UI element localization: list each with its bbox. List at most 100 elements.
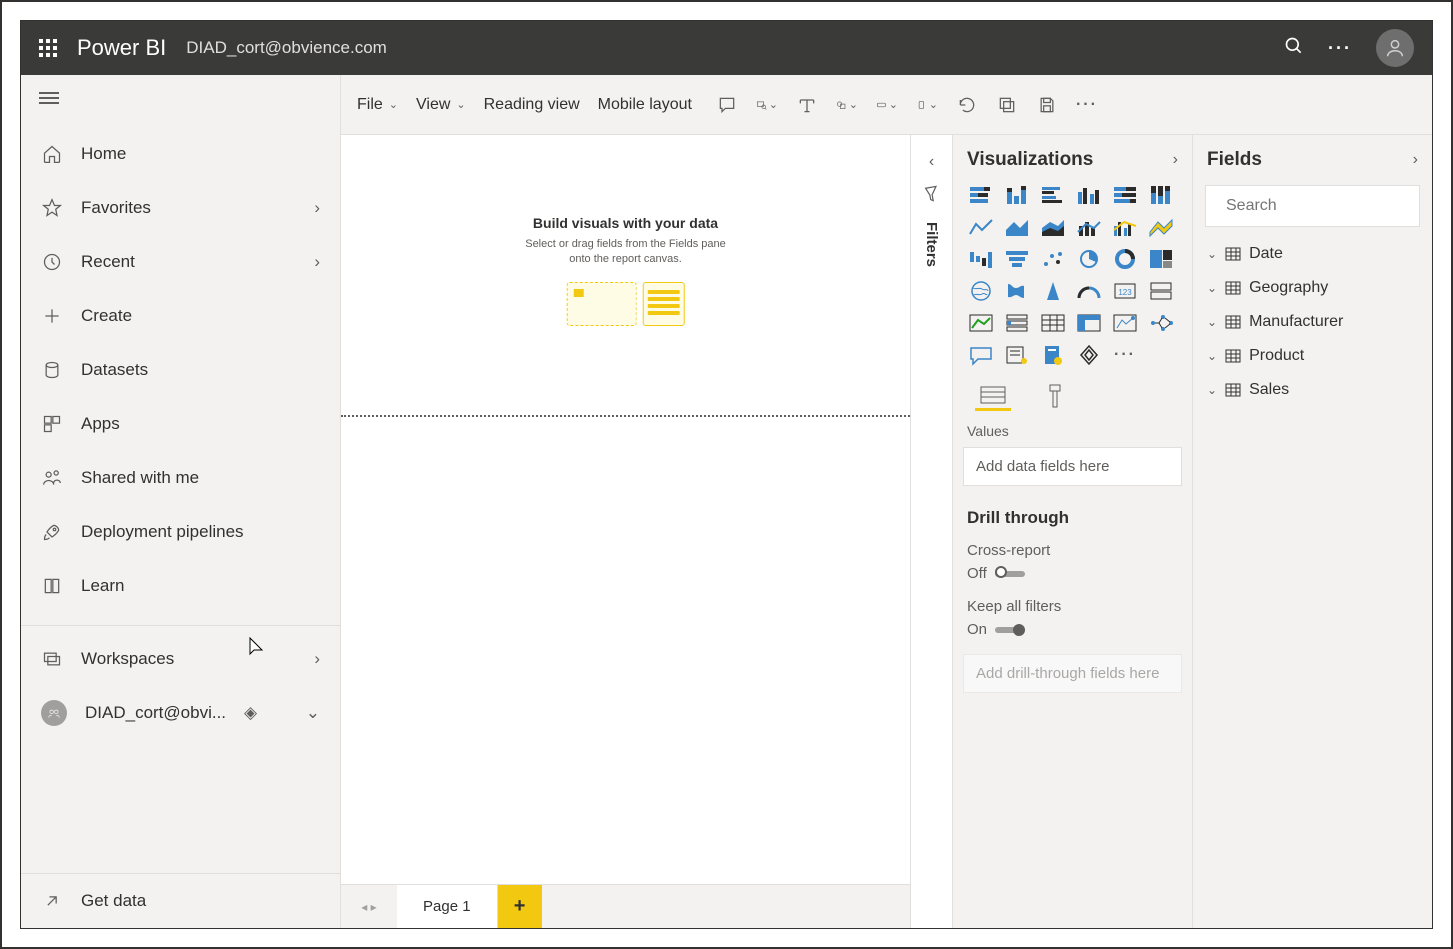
field-table-manufacturer[interactable]: ⌄ Manufacturer bbox=[1193, 305, 1432, 339]
field-table-sales[interactable]: ⌄ Sales bbox=[1193, 373, 1432, 407]
viz-powerapps-icon[interactable] bbox=[1073, 341, 1105, 369]
viz-line-stacked-column-icon[interactable] bbox=[1073, 213, 1105, 241]
viz-matrix-icon[interactable] bbox=[1073, 309, 1105, 337]
chevron-right-icon[interactable]: › bbox=[1413, 151, 1418, 169]
bookmark-icon bbox=[923, 185, 941, 208]
nav-get-data[interactable]: Get data bbox=[21, 874, 340, 928]
viz-waterfall-icon[interactable] bbox=[965, 245, 997, 273]
nav-collapse-icon[interactable] bbox=[21, 75, 340, 121]
viz-azure-map-icon[interactable] bbox=[1037, 277, 1069, 305]
viz-slicer-icon[interactable] bbox=[1001, 309, 1033, 337]
drill-fields-drop-well[interactable]: Add drill-through fields here bbox=[963, 654, 1182, 693]
tab-nav-arrows[interactable]: ◂ ▸ bbox=[341, 885, 397, 928]
field-table-geography[interactable]: ⌄ Geography bbox=[1193, 271, 1432, 305]
explore-icon[interactable]: ⌄ bbox=[756, 94, 778, 116]
viz-scatter-icon[interactable] bbox=[1037, 245, 1069, 273]
save-icon[interactable] bbox=[1036, 94, 1058, 116]
nav-current-workspace[interactable]: DIAD_cort@obvi... ◈ ⌄ bbox=[21, 686, 340, 740]
fields-search-input[interactable] bbox=[1224, 196, 1433, 216]
viz-funnel-icon[interactable] bbox=[1001, 245, 1033, 273]
viz-100-stacked-bar-icon[interactable] bbox=[1109, 181, 1141, 209]
comment-icon[interactable] bbox=[716, 94, 738, 116]
visual-interactions-icon[interactable]: ⌄ bbox=[916, 94, 938, 116]
refresh-icon[interactable] bbox=[956, 94, 978, 116]
nav-workspaces[interactable]: Workspaces › bbox=[21, 632, 340, 686]
viz-multi-card-icon[interactable] bbox=[1145, 277, 1177, 305]
duplicate-icon[interactable] bbox=[996, 94, 1018, 116]
ribbon-reading-view[interactable]: Reading view bbox=[484, 96, 580, 114]
viz-format-tab[interactable] bbox=[1037, 381, 1073, 411]
avatar[interactable] bbox=[1376, 29, 1414, 67]
more-icon[interactable]: ··· bbox=[1328, 38, 1352, 59]
nav-label: Learn bbox=[81, 576, 124, 596]
viz-gauge-icon[interactable] bbox=[1073, 277, 1105, 305]
nav-learn[interactable]: Learn bbox=[21, 559, 340, 613]
viz-more-icon[interactable]: ··· bbox=[1109, 341, 1141, 369]
cross-report-toggle[interactable]: Off bbox=[967, 565, 1178, 582]
field-table-product[interactable]: ⌄ Product bbox=[1193, 339, 1432, 373]
nav-pipelines[interactable]: Deployment pipelines bbox=[21, 505, 340, 559]
viz-100-stacked-column-icon[interactable] bbox=[1145, 181, 1177, 209]
top-bar: Power BI DIAD_cort@obvience.com ··· bbox=[21, 21, 1432, 75]
ribbon-view[interactable]: View⌄ bbox=[416, 96, 466, 114]
viz-donut-icon[interactable] bbox=[1109, 245, 1141, 273]
app-launcher-icon[interactable] bbox=[39, 39, 57, 57]
workspace-name: DIAD_cort@obvi... bbox=[85, 703, 226, 723]
star-icon bbox=[41, 197, 63, 219]
chevron-down-icon: ⌄ bbox=[456, 98, 465, 111]
viz-kpi-icon[interactable] bbox=[965, 309, 997, 337]
ribbon-more-icon[interactable]: ··· bbox=[1076, 94, 1098, 116]
values-drop-well[interactable]: Add data fields here bbox=[963, 447, 1182, 486]
plus-icon bbox=[41, 305, 63, 327]
nav-shared[interactable]: Shared with me bbox=[21, 451, 340, 505]
fields-search[interactable] bbox=[1205, 185, 1420, 227]
filters-pane-collapsed[interactable]: ‹ Filters bbox=[910, 135, 952, 928]
nav-favorites[interactable]: Favorites › bbox=[21, 181, 340, 235]
viz-ribbon-icon[interactable] bbox=[1145, 213, 1177, 241]
viz-area-icon[interactable] bbox=[1001, 213, 1033, 241]
nav-home[interactable]: Home bbox=[21, 127, 340, 181]
viz-line-clustered-column-icon[interactable] bbox=[1109, 213, 1141, 241]
hint-title: Build visuals with your data bbox=[525, 215, 726, 231]
field-table-date[interactable]: ⌄ Date bbox=[1193, 237, 1432, 271]
chevron-down-icon: ⌄ bbox=[1207, 315, 1217, 329]
filters-label: Filters bbox=[923, 222, 940, 267]
database-icon bbox=[41, 359, 63, 381]
tab-add-button[interactable]: + bbox=[498, 885, 542, 928]
nav-label: Datasets bbox=[81, 360, 148, 380]
keep-filters-toggle[interactable]: On bbox=[967, 621, 1178, 638]
tab-page-1[interactable]: Page 1 bbox=[397, 885, 498, 928]
viz-clustered-bar-icon[interactable] bbox=[1037, 181, 1069, 209]
viz-qa-icon[interactable] bbox=[965, 341, 997, 369]
chevron-right-icon[interactable]: › bbox=[1173, 151, 1178, 169]
viz-treemap-icon[interactable] bbox=[1145, 245, 1177, 273]
viz-line-icon[interactable] bbox=[965, 213, 997, 241]
viz-decomposition-icon[interactable] bbox=[1145, 309, 1177, 337]
viz-stacked-area-icon[interactable] bbox=[1037, 213, 1069, 241]
viz-stacked-bar-icon[interactable] bbox=[965, 181, 997, 209]
nav-recent[interactable]: Recent › bbox=[21, 235, 340, 289]
viz-table-icon[interactable] bbox=[1037, 309, 1069, 337]
viz-paginated-icon[interactable] bbox=[1037, 341, 1069, 369]
viz-stacked-column-icon[interactable] bbox=[1001, 181, 1033, 209]
viz-map-icon[interactable] bbox=[965, 277, 997, 305]
viz-r-visual-icon[interactable] bbox=[1109, 309, 1141, 337]
viz-filled-map-icon[interactable] bbox=[1001, 277, 1033, 305]
text-box-icon[interactable] bbox=[796, 94, 818, 116]
chevron-down-icon: ⌄ bbox=[1207, 281, 1217, 295]
viz-pie-icon[interactable] bbox=[1073, 245, 1105, 273]
report-canvas[interactable]: Build visuals with your data Select or d… bbox=[341, 135, 910, 884]
search-icon[interactable] bbox=[1284, 36, 1304, 61]
viz-fields-tab[interactable] bbox=[975, 381, 1011, 411]
ribbon-file[interactable]: File⌄ bbox=[357, 96, 398, 114]
viz-clustered-column-icon[interactable] bbox=[1073, 181, 1105, 209]
buttons-icon[interactable]: ⌄ bbox=[876, 94, 898, 116]
nav-datasets[interactable]: Datasets bbox=[21, 343, 340, 397]
viz-card-icon[interactable]: 123 bbox=[1109, 277, 1141, 305]
nav-create[interactable]: Create bbox=[21, 289, 340, 343]
ribbon-mobile-layout[interactable]: Mobile layout bbox=[598, 96, 692, 114]
rocket-icon bbox=[41, 521, 63, 543]
shapes-icon[interactable]: ⌄ bbox=[836, 94, 858, 116]
nav-apps[interactable]: Apps bbox=[21, 397, 340, 451]
viz-narrative-icon[interactable] bbox=[1001, 341, 1033, 369]
